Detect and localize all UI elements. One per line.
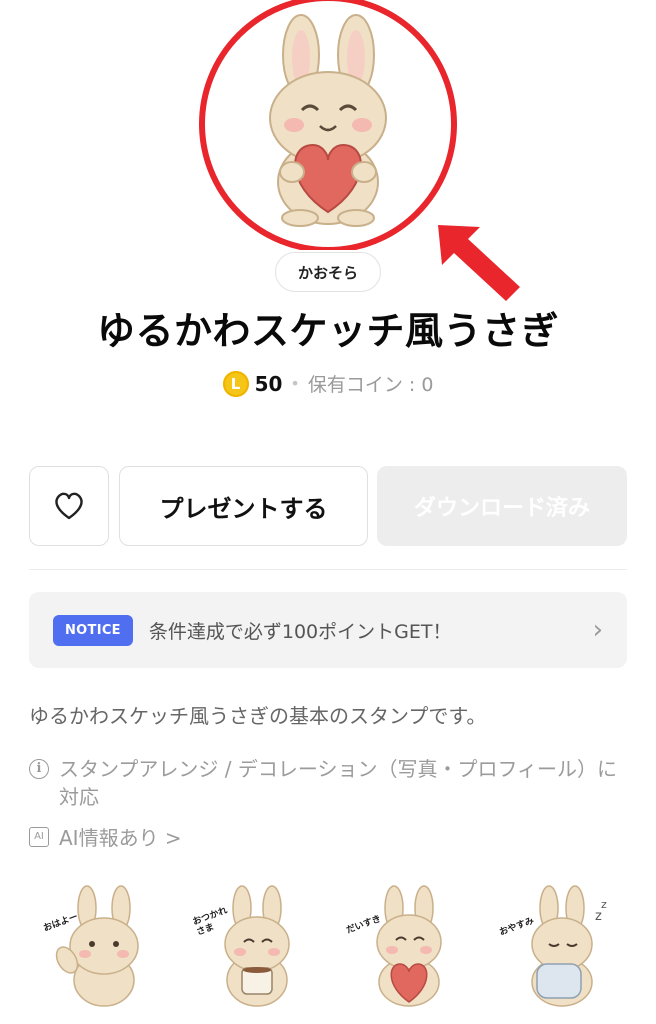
red-arrow-icon	[430, 215, 530, 310]
divider	[29, 569, 627, 570]
bunny-waving-icon	[55, 885, 139, 1007]
bunny-sleeping-icon: z z	[531, 885, 607, 1007]
price-row: L 50 • 保有コイン : 0	[0, 370, 656, 397]
feature-note: i スタンプアレンジ / デコレーション（写真・プロフィール）に対応	[29, 755, 629, 811]
bunny-holding-heart-icon	[199, 0, 457, 250]
info-icon: i	[29, 759, 49, 779]
sticker-item[interactable]: おつかれさま	[182, 880, 322, 1010]
svg-text:z: z	[601, 898, 607, 911]
price-value: 50	[254, 371, 283, 396]
ai-icon: AI	[29, 826, 49, 847]
main-sticker-image	[196, 0, 460, 250]
bunny-coffee-icon	[223, 885, 290, 1007]
ai-info-link[interactable]: AI AI情報あり >	[29, 822, 182, 851]
download-button: ダウンロード済み	[377, 466, 627, 546]
chevron-right-icon: ›	[592, 615, 603, 645]
separator-dot: •	[290, 374, 300, 393]
bunny-heart-icon	[376, 885, 443, 1007]
feature-text: スタンプアレンジ / デコレーション（写真・プロフィール）に対応	[59, 757, 618, 809]
owned-coins: 保有コイン : 0	[307, 374, 434, 396]
sticker-description: ゆるかわスケッチ風うさぎの基本のスタンプです。	[29, 704, 487, 728]
heart-outline-icon	[55, 492, 83, 520]
ai-info-text: AI情報あり >	[59, 826, 182, 850]
notice-banner[interactable]: NOTICE 条件達成で必ず100ポイントGET！ ›	[29, 592, 627, 668]
favorite-button[interactable]	[29, 466, 109, 546]
sticker-set-title: ゆるかわスケッチ風うさぎ	[96, 309, 559, 353]
sticker-item[interactable]: z z おやすみ	[487, 880, 627, 1010]
notice-text: 条件達成で必ず100ポイントGET！	[148, 620, 452, 643]
svg-text:z: z	[595, 909, 602, 924]
sticker-item[interactable]: おはよー	[29, 880, 169, 1010]
author-chip[interactable]: かおそら	[275, 252, 381, 292]
sticker-grid: おはよー おつかれさま だいすき z z おやすみ	[29, 880, 627, 1010]
present-button[interactable]: プレゼントする	[119, 466, 368, 546]
sticker-item[interactable]: だいすき	[334, 880, 474, 1010]
line-coin-icon: L	[222, 370, 249, 397]
notice-badge: NOTICE	[53, 614, 133, 646]
